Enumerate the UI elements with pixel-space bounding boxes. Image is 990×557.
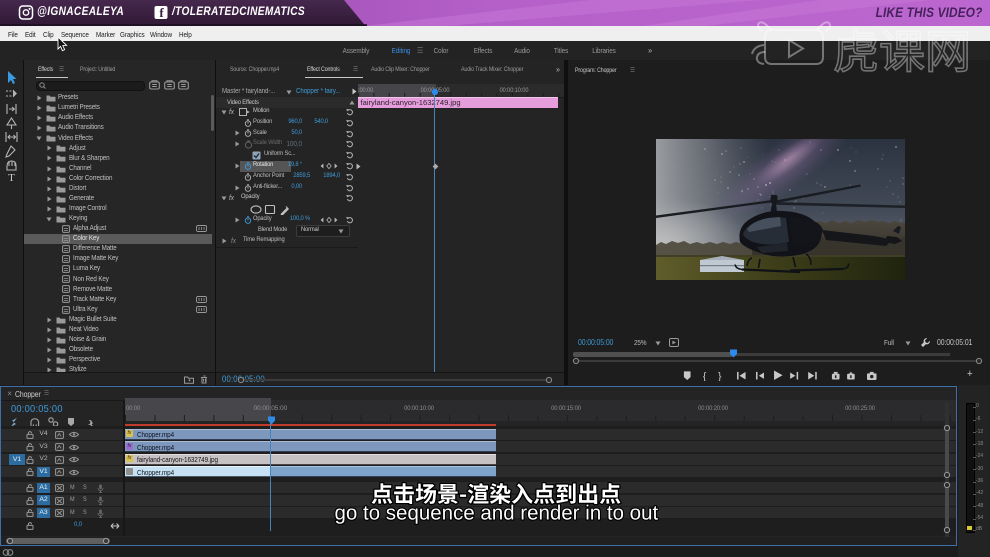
svg-text:f: f — [159, 5, 164, 20]
svg-text:}: } — [718, 371, 722, 381]
svg-text:T: T — [8, 172, 15, 184]
svg-text:{: { — [703, 371, 707, 381]
